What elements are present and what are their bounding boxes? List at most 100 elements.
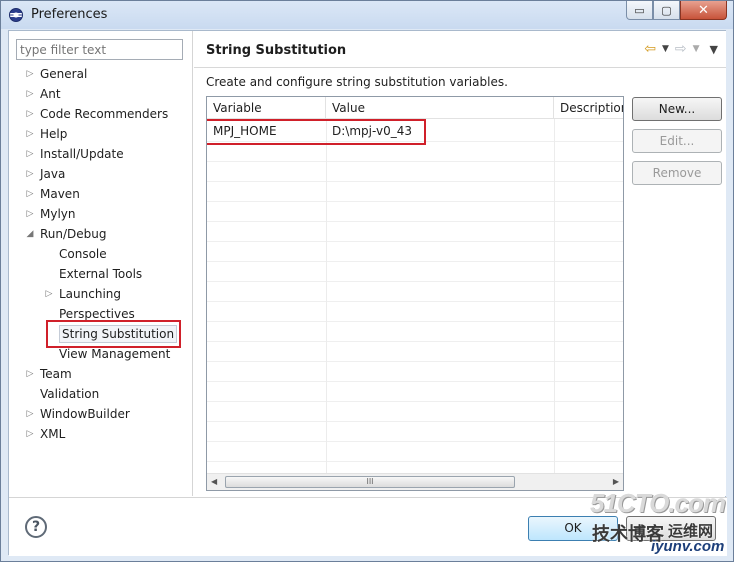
tree-item[interactable]: ▷ XML: [9, 424, 193, 444]
tree-expand-icon[interactable]: ▷: [25, 124, 35, 144]
ok-button[interactable]: OK: [528, 516, 618, 541]
tree-expand-icon[interactable]: ▷: [25, 84, 35, 104]
tree-item-label: Validation: [40, 387, 100, 401]
tree-item[interactable]: ▷ General: [9, 64, 193, 84]
table-column-divider: [326, 119, 327, 474]
tree-expand-icon[interactable]: ▷: [25, 64, 35, 84]
tree-item-label: XML: [40, 427, 66, 441]
table-header: Variable Value Description: [207, 97, 623, 119]
tree-expand-icon[interactable]: ▷: [25, 204, 35, 224]
scrollbar-thumb[interactable]: III: [225, 476, 515, 488]
tree-item-label: Console: [59, 247, 107, 261]
header-divider: [194, 67, 726, 68]
horizontal-scrollbar[interactable]: ◀ III ▶: [207, 473, 623, 490]
table-row-divider: [207, 441, 623, 442]
variables-table[interactable]: Variable Value Description MPJ_HOME D:\m…: [206, 96, 624, 491]
tree-expand-icon[interactable]: ▷: [25, 164, 35, 184]
tree-item-label: Team: [40, 367, 72, 381]
tree-expand-icon[interactable]: ▷: [25, 104, 35, 124]
tree-item[interactable]: ▷ Code Recommenders: [9, 104, 193, 124]
tree-expand-icon[interactable]: ▷: [25, 184, 35, 204]
tree-item-label: Ant: [40, 87, 61, 101]
table-row-divider: [207, 161, 623, 162]
table-row-divider: [207, 361, 623, 362]
table-row-divider: [207, 341, 623, 342]
maximize-button[interactable]: ▢: [653, 1, 680, 20]
table-row-divider: [207, 421, 623, 422]
new-button[interactable]: New...: [632, 97, 722, 121]
tree-expand-icon[interactable]: ▷: [25, 404, 35, 424]
dialog-footer: ? OK: [9, 497, 727, 556]
page-description: Create and configure string substitution…: [206, 75, 508, 89]
tree-item[interactable]: ◢ Run/Debug: [9, 224, 193, 244]
title-bar[interactable]: Preferences ▭ ▢ ✕: [1, 1, 733, 29]
dialog-client: ▷ General ▷ Ant ▷ Code Recommenders ▷ Help ▷ Inst…: [8, 30, 727, 556]
filter-input[interactable]: [16, 39, 183, 60]
tree-item[interactable]: ▷ Install/Update: [9, 144, 193, 164]
tree-item-label: View Management: [59, 347, 171, 361]
tree-expand-icon[interactable]: ▷: [25, 424, 35, 444]
tree-item[interactable]: External Tools: [9, 264, 193, 284]
tree-item-label: General: [40, 67, 88, 81]
page-navigation: ⇦ ▼ ⇨ ▼ ▼: [644, 41, 718, 57]
column-header-value[interactable]: Value: [326, 97, 554, 119]
tree-item[interactable]: Perspectives: [9, 304, 193, 324]
tree-item[interactable]: ▷ Mylyn: [9, 204, 193, 224]
cell-variable[interactable]: MPJ_HOME: [207, 121, 277, 141]
forward-arrow-icon[interactable]: ⇨: [675, 41, 687, 57]
tree-item-label: External Tools: [59, 267, 143, 281]
maximize-icon: ▢: [661, 3, 672, 17]
back-arrow-icon[interactable]: ⇦: [644, 41, 656, 57]
tree-item[interactable]: ▷ Help: [9, 124, 193, 144]
preference-page: String Substitution ⇦ ▼ ⇨ ▼ ▼ Create and…: [194, 31, 726, 496]
remove-button[interactable]: Remove: [632, 161, 722, 185]
tree-expand-icon[interactable]: ▷: [25, 144, 35, 164]
tree-item-label: Perspectives: [59, 307, 135, 321]
table-row-divider: [207, 461, 623, 462]
scroll-left-icon[interactable]: ◀: [211, 477, 217, 486]
tree-item[interactable]: ▷ Ant: [9, 84, 193, 104]
minimize-icon: ▭: [634, 3, 645, 17]
cancel-button[interactable]: [626, 516, 716, 541]
tree-item-label: Run/Debug: [40, 227, 107, 241]
scroll-right-icon[interactable]: ▶: [613, 477, 619, 486]
help-icon[interactable]: ?: [25, 516, 47, 538]
tree-item[interactable]: ▷ Launching: [9, 284, 193, 304]
back-history-chevron-down-icon[interactable]: ▼: [662, 44, 669, 54]
table-row-divider: [207, 281, 623, 282]
page-title: String Substitution: [206, 43, 347, 58]
cell-value[interactable]: D:\mpj-v0_43: [326, 121, 412, 141]
tree-item[interactable]: ▷ Team: [9, 364, 193, 384]
minimize-button[interactable]: ▭: [626, 1, 653, 20]
tree-item[interactable]: String Substitution: [9, 324, 193, 344]
tree-expand-icon[interactable]: ▷: [25, 364, 35, 384]
column-header-description[interactable]: Description: [554, 97, 623, 119]
tree-item-label: Install/Update: [40, 147, 124, 161]
preferences-window: Preferences ▭ ▢ ✕ ▷ General ▷ Ant ▷ Code Reco…: [0, 0, 734, 562]
table-row-divider: [207, 201, 623, 202]
tree-item-label: String Substitution: [59, 325, 178, 343]
tree-collapse-icon[interactable]: ◢: [25, 224, 35, 244]
close-button[interactable]: ✕: [680, 1, 727, 20]
tree-item-label: Launching: [59, 287, 122, 301]
preference-tree: ▷ General ▷ Ant ▷ Code Recommenders ▷ Help ▷ Inst…: [9, 64, 193, 444]
table-row-divider: [207, 261, 623, 262]
edit-button[interactable]: Edit...: [632, 129, 722, 153]
preference-tree-pane: ▷ General ▷ Ant ▷ Code Recommenders ▷ Help ▷ Inst…: [9, 31, 193, 496]
scroll-grip-icon: III: [366, 477, 374, 486]
tree-item[interactable]: ▷ Java: [9, 164, 193, 184]
tree-item[interactable]: ▷ Maven: [9, 184, 193, 204]
tree-item-label: Java: [40, 167, 66, 181]
table-row-divider: [207, 141, 623, 142]
tree-expand-icon[interactable]: ▷: [44, 284, 54, 304]
tree-item[interactable]: Console: [9, 244, 193, 264]
close-icon: ✕: [698, 2, 709, 18]
view-menu-icon[interactable]: ▼: [710, 43, 718, 56]
table-row-divider: [207, 321, 623, 322]
tree-item[interactable]: ▷ WindowBuilder: [9, 404, 193, 424]
tree-item[interactable]: Validation: [9, 384, 193, 404]
forward-history-chevron-down-icon[interactable]: ▼: [693, 44, 700, 54]
tree-item-label: Help: [40, 127, 68, 141]
tree-item[interactable]: View Management: [9, 344, 193, 364]
column-header-variable[interactable]: Variable: [207, 97, 326, 119]
